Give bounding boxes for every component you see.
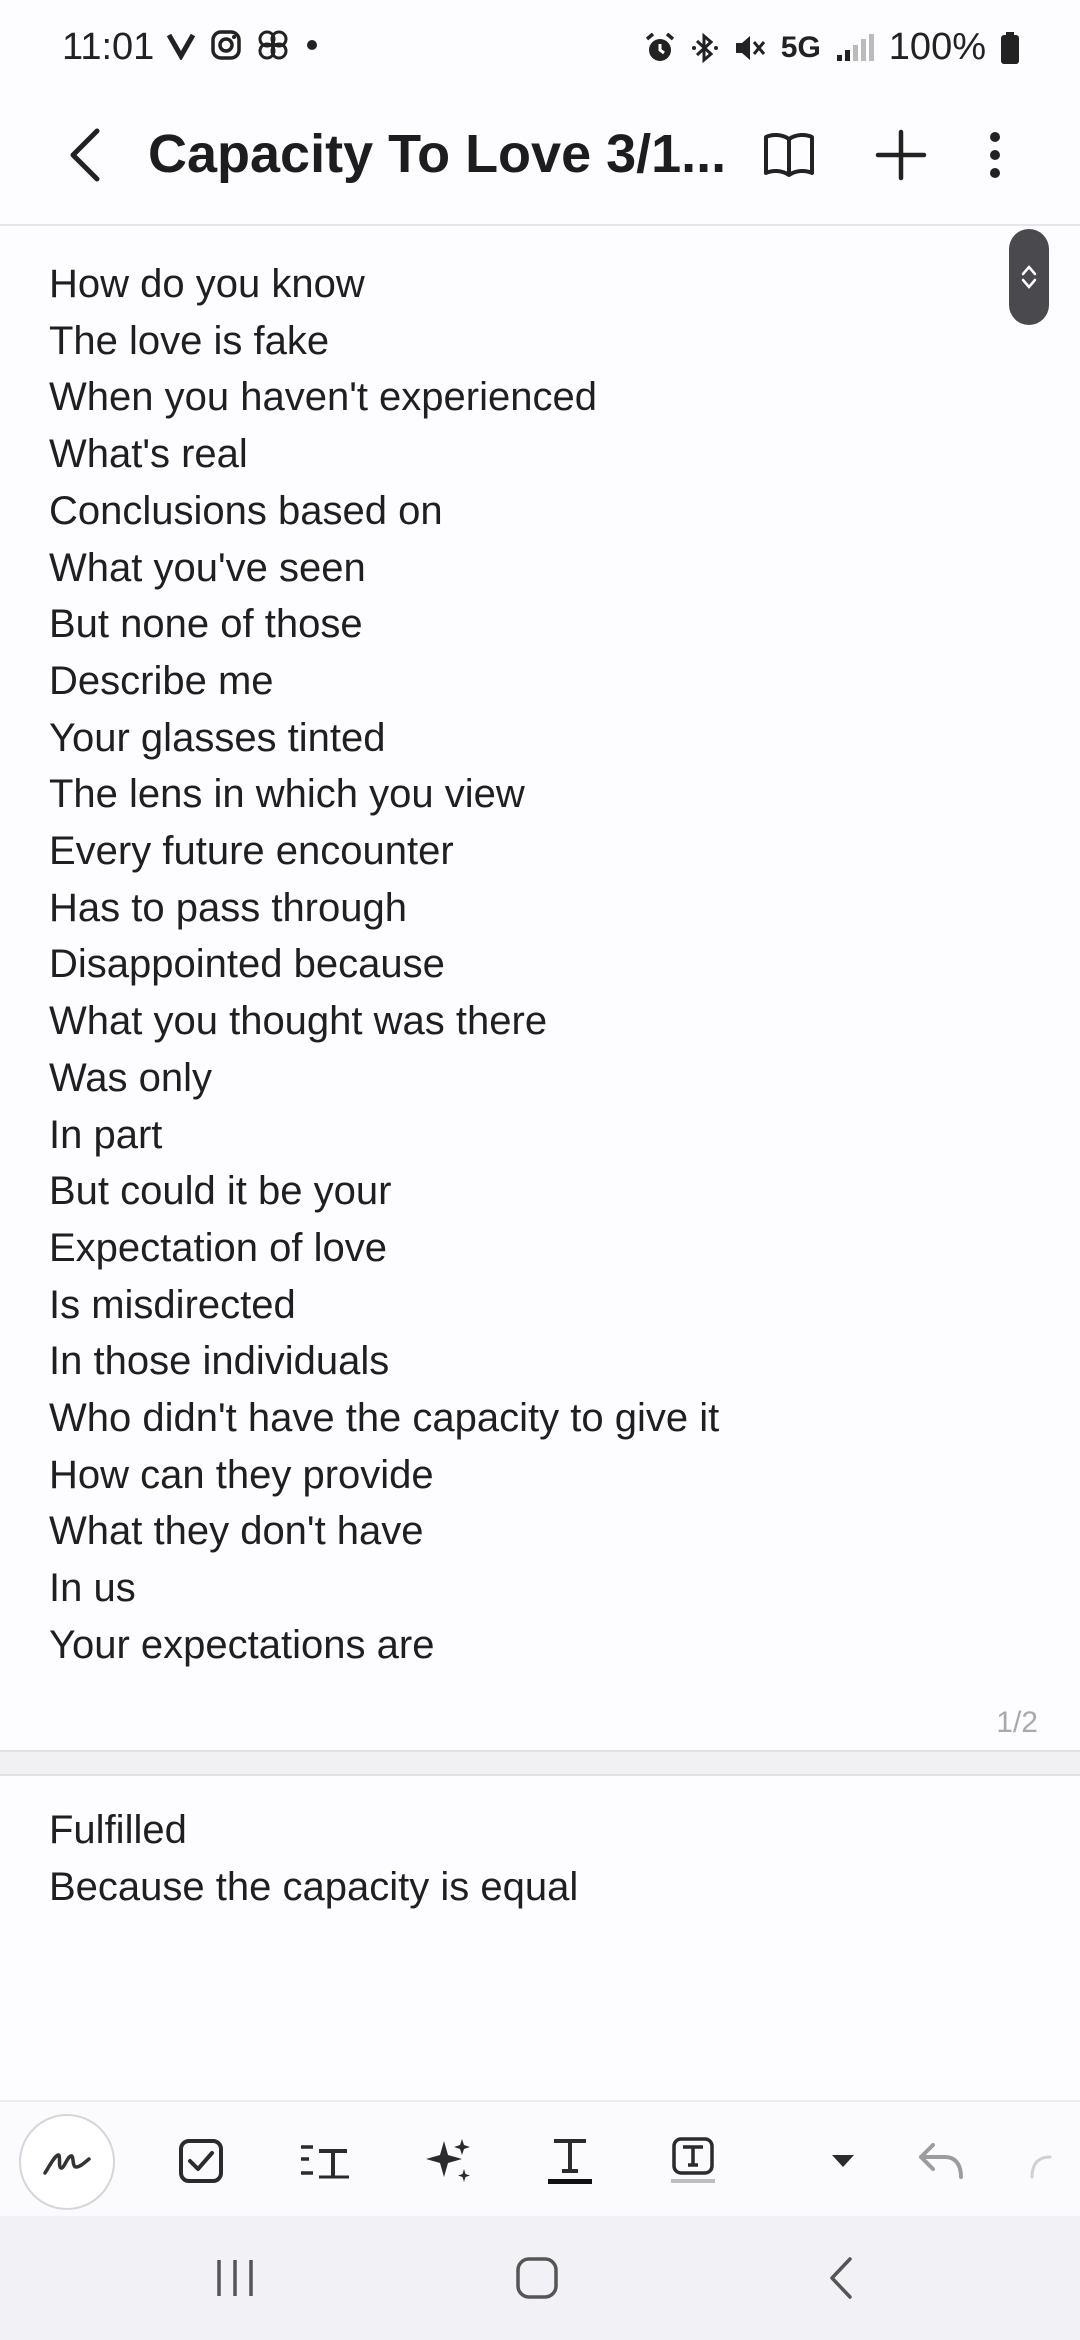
recent-apps-icon (217, 2260, 253, 2296)
text-line: The lens in which you view (49, 772, 525, 817)
text-line: Has to pass through (49, 885, 407, 930)
home-button[interactable] (492, 2238, 582, 2318)
text-line: Your expectations are (49, 1622, 435, 1667)
text-line: How can they provide (49, 1452, 434, 1497)
text-line: Every future encounter (49, 829, 454, 874)
pen-stroke-icon (43, 2153, 91, 2175)
reading-mode-button[interactable] (754, 120, 824, 190)
chevron-left-icon (70, 128, 100, 182)
text-line: What you've seen (49, 545, 366, 590)
text-style-icon (301, 2145, 349, 2179)
text-line: Disappointed because (49, 942, 445, 987)
home-icon (516, 2257, 558, 2299)
text-format-icon (548, 2139, 592, 2184)
text-line: In part (49, 1112, 163, 1157)
text-line: What they don't have (49, 1509, 424, 1554)
mute-icon (735, 35, 765, 60)
notification-icons (166, 28, 320, 62)
back-button[interactable] (50, 120, 120, 190)
text-line: How do you know (49, 262, 365, 306)
editing-toolbar (0, 2100, 1080, 2218)
recent-apps-button[interactable] (190, 2238, 280, 2318)
text-line: But none of those (49, 602, 363, 647)
page-1-text[interactable]: How do you know The love is fake When yo… (49, 256, 719, 1674)
handwriting-button[interactable] (19, 2114, 115, 2210)
note-header: Capacity To Love 3/1... (0, 100, 1080, 226)
battery-percentage: 100% (888, 26, 986, 68)
chevron-up-icon (1021, 265, 1037, 276)
book-open-icon (764, 132, 814, 177)
network-type: 5G (780, 30, 821, 64)
text-line: The love is fake (49, 318, 330, 363)
chevron-down-icon (1021, 278, 1037, 289)
caret-down-icon (832, 2155, 854, 2167)
text-line: When you haven't experienced (49, 375, 597, 420)
checkbox-icon (179, 2139, 223, 2183)
sparkle-icon (426, 2139, 470, 2182)
text-line: Was only (49, 1055, 213, 1100)
back-arrow-icon (830, 2257, 852, 2299)
redo-icon (1030, 2155, 1052, 2179)
ai-assist-button[interactable] (403, 2116, 493, 2206)
note-page-1[interactable]: How do you know The love is fake When yo… (0, 226, 1080, 1750)
bluetooth-icon (691, 32, 718, 63)
plus-icon (875, 129, 927, 181)
text-line: Expectation of love (49, 1225, 387, 1270)
text-line: In those individuals (49, 1339, 390, 1384)
signal-strength-icon (836, 33, 874, 61)
text-line: But could it be your (49, 1169, 392, 1214)
redo-button[interactable] (1024, 2116, 1080, 2206)
page-2-text[interactable]: Fulfilled Because the capacity is equal (49, 1802, 578, 1915)
nav-back-button[interactable] (796, 2238, 886, 2318)
text-line: Who didn't have the capacity to give it (49, 1396, 720, 1441)
verizon-icon (166, 33, 196, 60)
note-title[interactable]: Capacity To Love 3/1... (148, 122, 738, 186)
text-line: Your glasses tinted (49, 715, 386, 760)
text-line: Fulfilled (49, 1808, 187, 1852)
more-options-button[interactable] (960, 120, 1030, 190)
alarm-icon (645, 32, 674, 61)
text-line: What you thought was there (49, 999, 548, 1044)
text-line: Is misdirected (49, 1282, 296, 1327)
system-icons: 5G 100% (643, 26, 1020, 69)
system-navigation-bar (0, 2216, 1080, 2340)
add-button[interactable] (866, 120, 936, 190)
more-vertical-icon (990, 132, 1000, 178)
text-format-button[interactable] (525, 2116, 615, 2206)
text-line: Because the capacity is equal (49, 1864, 579, 1909)
undo-button[interactable] (896, 2116, 986, 2206)
undo-icon (919, 2143, 963, 2179)
text-line: Describe me (49, 658, 274, 703)
note-page-2[interactable]: Fulfilled Because the capacity is equal (0, 1776, 1080, 2100)
status-time: 11:01 (62, 26, 155, 68)
text-line: Conclusions based on (49, 488, 443, 533)
text-line: In us (49, 1566, 136, 1611)
notes-screen: 11:01 5G 100% Capacity To Love 3/1... Ho… (0, 0, 1080, 2340)
text-box-button[interactable] (648, 2116, 738, 2206)
page-number: 1/2 (996, 1706, 1038, 1739)
page-scroll-handle[interactable] (1009, 229, 1049, 325)
page-divider (0, 1750, 1080, 1776)
text-line: What's real (49, 432, 248, 477)
battery-icon (1001, 31, 1019, 64)
text-box-icon (671, 2137, 715, 2183)
instagram-icon (211, 30, 241, 60)
toolbar-dropdown-button[interactable] (798, 2116, 888, 2206)
status-bar: 11:01 5G 100% (0, 0, 1080, 100)
text-style-button[interactable] (280, 2116, 370, 2206)
pinwheel-icon (258, 30, 288, 60)
checkbox-button[interactable] (156, 2116, 246, 2206)
more-notifications-dot-icon (307, 40, 317, 50)
